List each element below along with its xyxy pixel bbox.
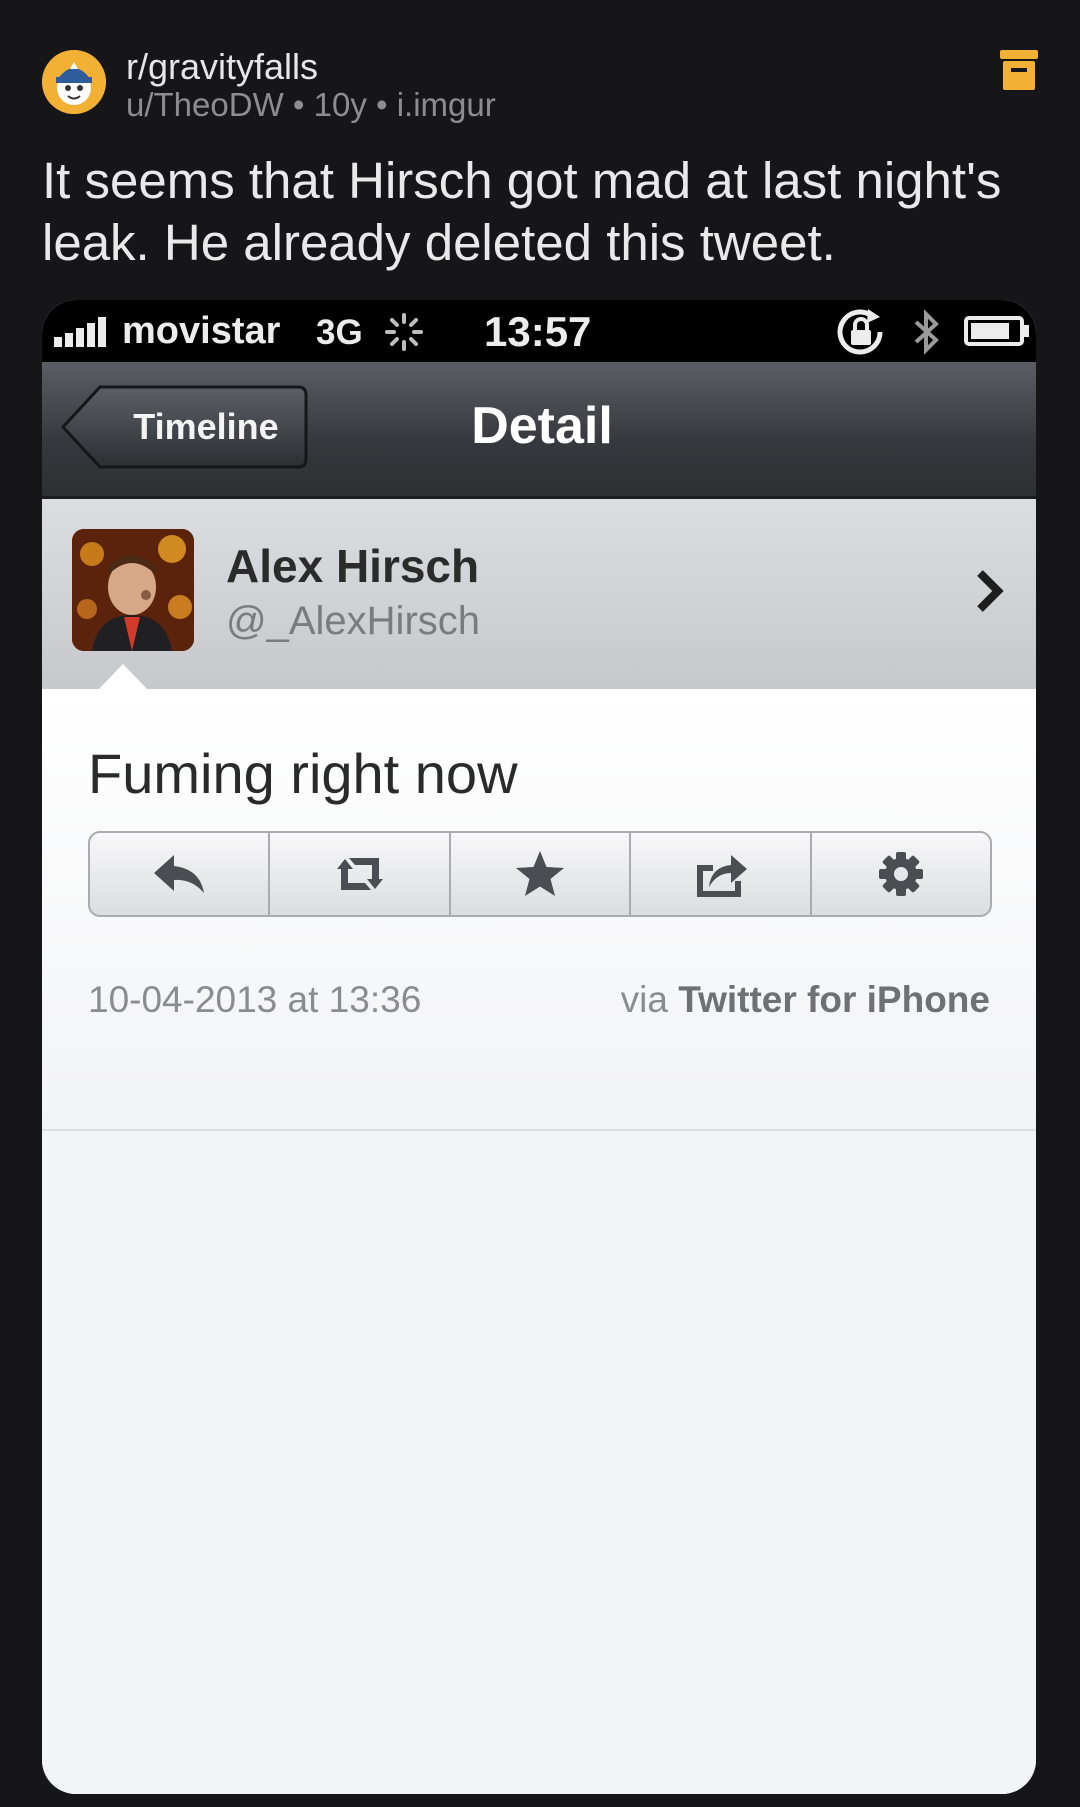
timeline-back-button[interactable]: Timeline: [60, 384, 308, 470]
retweet-icon: [336, 858, 383, 890]
back-button-label: Timeline: [133, 406, 279, 447]
tweet-timestamp: 10-04-2013 at 13:36: [88, 979, 422, 1020]
subreddit-avatar[interactable]: [42, 50, 106, 114]
gravity-falls-mascot-icon: [42, 50, 106, 114]
post-image[interactable]: movistar 3G 13:57 Timeline Detail Alex H…: [42, 300, 1036, 1794]
status-bar: movistar 3G 13:57: [42, 300, 1036, 362]
gear-icon: [878, 852, 923, 896]
profile-pointer-notch: [98, 664, 148, 690]
tweet-action-bar: [88, 831, 992, 917]
reply-button[interactable]: [90, 833, 271, 915]
tweet-body: Fuming right now 10-04-2013 at 13:36 via…: [42, 689, 1036, 1131]
profile-photo: [72, 529, 194, 651]
post-header: r/gravityfalls u/TheoDW • 10y • i.imgur: [42, 46, 1038, 126]
retweet-button[interactable]: [270, 833, 451, 915]
post-title[interactable]: It seems that Hirsch got mad at last nig…: [42, 150, 1042, 274]
status-time: 13:57: [484, 308, 592, 355]
share-button[interactable]: [631, 833, 812, 915]
tweet-text: Fuming right now: [88, 742, 518, 805]
activity-spinner-icon: [385, 313, 423, 351]
rotation-lock-icon: [837, 309, 883, 355]
profile-handle: @_AlexHirsch: [226, 599, 481, 643]
tweet-source-app[interactable]: Twitter for iPhone: [678, 979, 990, 1020]
profile-name: Alex Hirsch: [226, 540, 480, 592]
chevron-right-icon[interactable]: [972, 567, 1006, 615]
settings-button[interactable]: [812, 833, 990, 915]
tweet-source-prefix: via: [620, 979, 668, 1020]
archive-icon: [1000, 50, 1038, 90]
profile-avatar[interactable]: [72, 529, 194, 651]
post-meta[interactable]: u/TheoDW • 10y • i.imgur: [126, 86, 496, 124]
favorite-star-icon: [516, 851, 565, 896]
tweet-source: via Twitter for iPhone: [621, 979, 990, 1021]
profile-row[interactable]: Alex Hirsch @_AlexHirsch: [42, 499, 1036, 689]
signal-strength-icon: [54, 317, 106, 347]
battery-icon: [964, 316, 1029, 346]
empty-content-area: [42, 1131, 1036, 1794]
reply-icon: [154, 855, 205, 893]
bluetooth-icon: [914, 309, 939, 355]
favorite-button[interactable]: [451, 833, 632, 915]
nav-title: Detail: [471, 397, 613, 455]
share-icon: [697, 855, 748, 897]
subreddit-name[interactable]: r/gravityfalls: [126, 46, 318, 88]
navigation-bar: Timeline Detail: [42, 362, 1036, 499]
carrier-label: movistar: [122, 310, 281, 352]
network-label: 3G: [316, 313, 363, 352]
